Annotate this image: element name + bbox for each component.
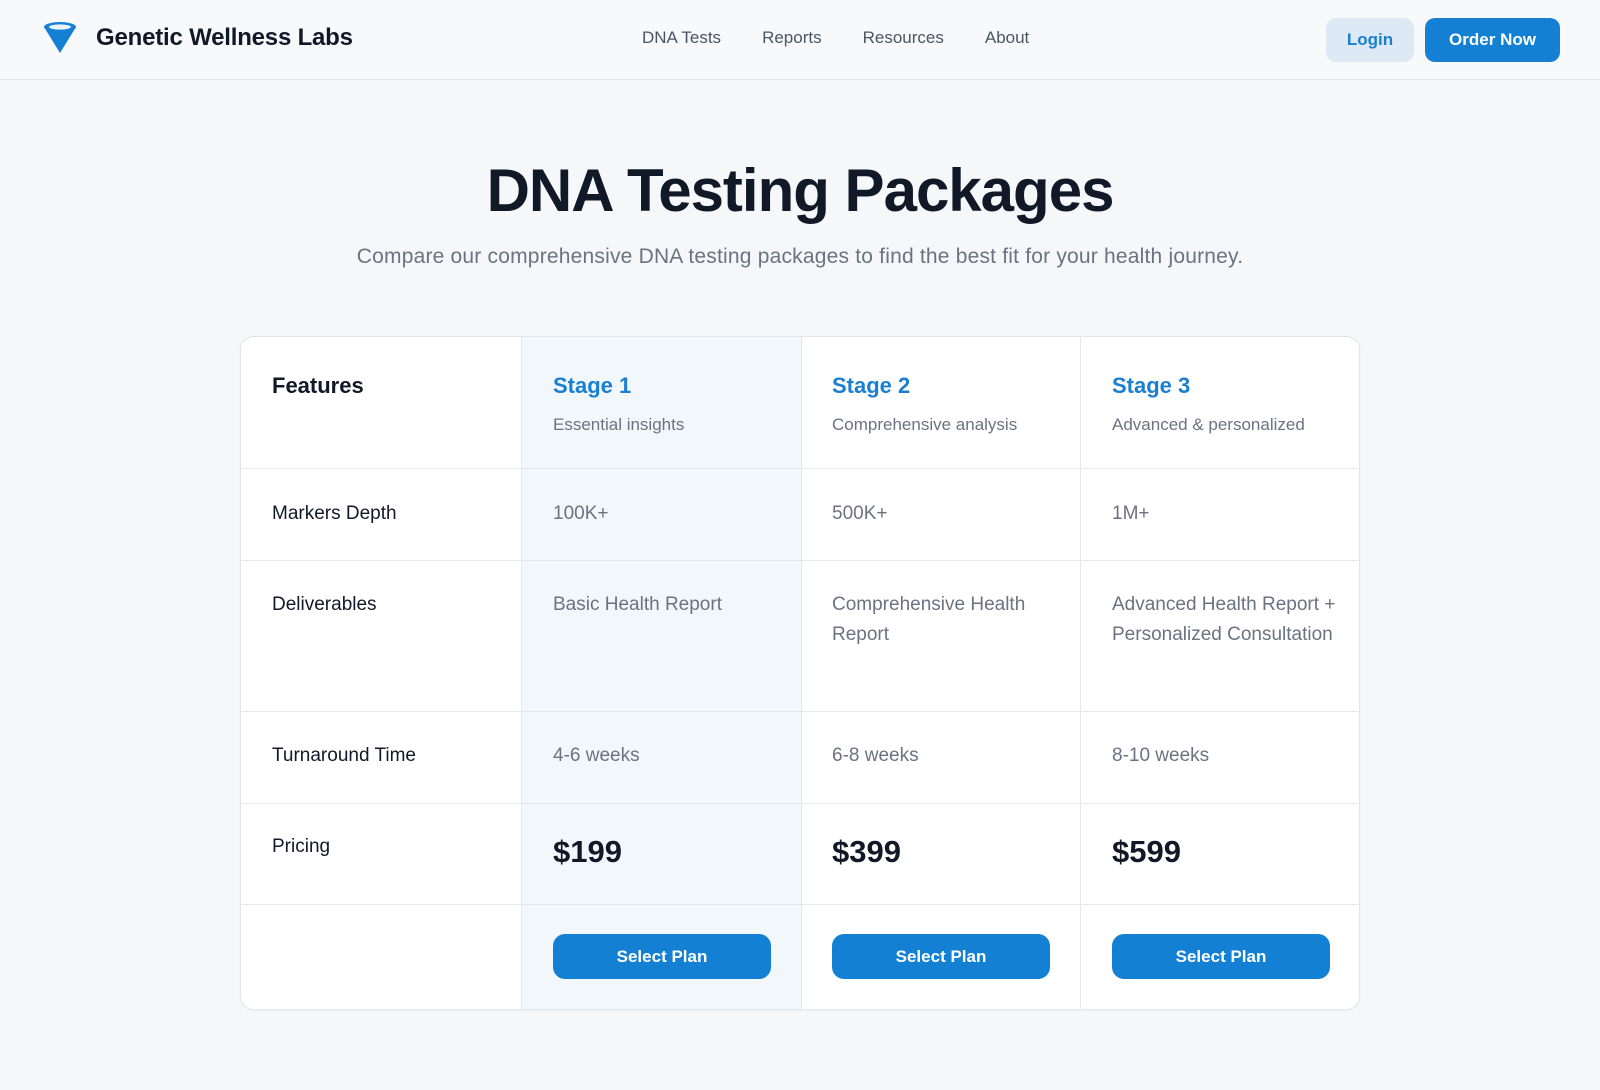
login-button[interactable]: Login	[1326, 18, 1414, 62]
row-divider	[241, 711, 1359, 712]
plan-subtitle: Advanced & personalized	[1112, 415, 1305, 434]
plan-title: Stage 2	[832, 373, 911, 398]
row-divider	[241, 560, 1359, 561]
nav-link-resources[interactable]: Resources	[863, 28, 944, 48]
column-divider	[801, 337, 802, 1009]
plan-header-stage-3: Stage 3 Advanced & personalized	[1112, 373, 1305, 435]
row-divider	[241, 803, 1359, 804]
select-plan-button-stage-1[interactable]: Select Plan	[553, 934, 771, 979]
plan-subtitle: Comprehensive analysis	[832, 415, 1018, 434]
dna-funnel-logo-icon	[44, 22, 76, 53]
markers-value-stage-2: 500K+	[832, 503, 888, 524]
turnaround-value-stage-1: 4-6 weeks	[553, 745, 640, 766]
turnaround-value-stage-3: 8-10 weeks	[1112, 745, 1210, 766]
markers-value-stage-1: 100K+	[553, 503, 609, 524]
plan-header-stage-1: Stage 1 Essential insights	[553, 373, 684, 435]
column-divider	[521, 337, 522, 1009]
comparison-table: Features Stage 1 Essential insights Stag…	[240, 336, 1360, 1010]
plan-header-stage-2: Stage 2 Comprehensive analysis	[832, 373, 1017, 435]
deliverables-value-stage-3: Advanced Health Report + Personalized Co…	[1112, 594, 1336, 645]
top-navigation-bar: Genetic Wellness Labs DNA Tests Reports …	[0, 0, 1600, 80]
plan-subtitle: Essential insights	[553, 415, 685, 434]
page-title: DNA Testing Packages	[486, 157, 1115, 224]
row-label-markers-depth: Markers Depth	[272, 503, 397, 524]
nav-link-about[interactable]: About	[985, 28, 1029, 48]
markers-value-stage-3: 1M+	[1112, 503, 1150, 524]
nav-link-reports[interactable]: Reports	[762, 28, 822, 48]
order-now-button[interactable]: Order Now	[1425, 18, 1560, 62]
brand[interactable]: Genetic Wellness Labs	[42, 20, 353, 56]
select-plan-button-stage-3[interactable]: Select Plan	[1112, 934, 1330, 979]
row-label-deliverables: Deliverables	[272, 594, 377, 615]
row-divider	[241, 468, 1359, 469]
price-stage-2: $399	[832, 834, 901, 869]
plan-title: Stage 3	[1112, 373, 1191, 398]
column-divider	[1080, 337, 1081, 1009]
features-header: Features	[272, 373, 364, 398]
select-plan-button-stage-2[interactable]: Select Plan	[832, 934, 1050, 979]
deliverables-value-stage-2: Comprehensive Health Report	[832, 594, 1026, 645]
row-label-pricing: Pricing	[272, 836, 331, 857]
plan-title: Stage 1	[553, 373, 632, 398]
price-stage-3: $599	[1112, 834, 1181, 869]
highlighted-column-background	[522, 337, 801, 1009]
price-stage-1: $199	[553, 834, 622, 869]
page-subtitle: Compare our comprehensive DNA testing pa…	[356, 245, 1244, 268]
main-nav: DNA Tests Reports Resources About	[642, 28, 1070, 48]
nav-link-dna-tests[interactable]: DNA Tests	[642, 28, 721, 48]
row-label-turnaround-time: Turnaround Time	[272, 745, 416, 766]
row-divider	[241, 904, 1359, 905]
brand-name: Genetic Wellness Labs	[96, 24, 353, 51]
turnaround-value-stage-2: 6-8 weeks	[832, 745, 919, 766]
deliverables-value-stage-1: Basic Health Report	[553, 594, 722, 615]
